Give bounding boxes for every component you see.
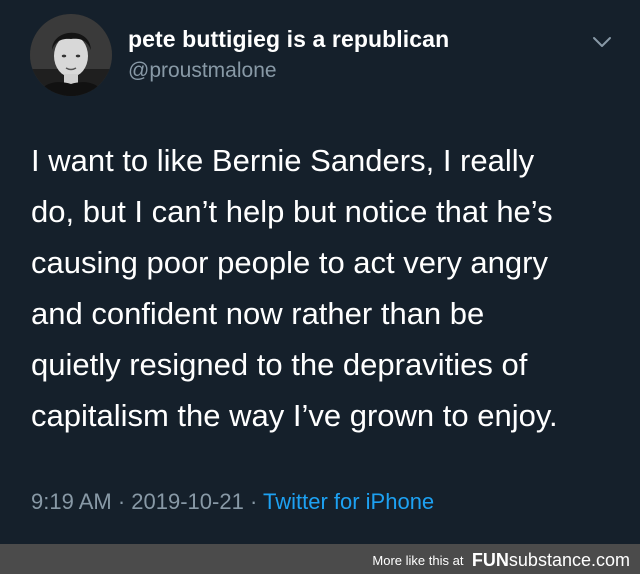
tweet-card: pete buttigieg is a republican @proustma… — [0, 0, 640, 544]
watermark-brand-substance: substance — [508, 550, 591, 570]
avatar[interactable] — [30, 14, 112, 96]
tweet-text-line: causing poor people to act very angry — [31, 245, 548, 280]
avatar-photo — [30, 14, 112, 96]
watermark-bar: More like this at FUNsubstance.com — [0, 544, 640, 574]
tweet-text-line: and confident now rather than be — [31, 296, 485, 331]
tweet-meta: 9:19 AM · 2019-10-21 · Twitter for iPhon… — [31, 489, 434, 515]
tweet-text-line: quietly resigned to the depravities of — [31, 347, 528, 382]
tweet-text-line: I want to like Bernie Sanders, I really — [31, 143, 535, 178]
chevron-down-icon[interactable] — [590, 32, 614, 52]
tweet-source-link[interactable]: Twitter for iPhone — [263, 489, 434, 514]
meta-separator: · — [243, 489, 263, 514]
tweet-text-line: capitalism the way I’ve grown to enjoy. — [31, 398, 558, 433]
watermark-brand[interactable]: FUNsubstance.com — [472, 550, 630, 570]
author-handle[interactable]: @proustmalone — [128, 59, 277, 83]
meta-separator: · — [111, 489, 132, 514]
watermark: More like this at FUNsubstance.com — [372, 550, 630, 571]
watermark-brand-fun: FUN — [471, 550, 509, 570]
tweet-time[interactable]: 9:19 AM — [31, 489, 112, 514]
tweet-text-line: do, but I can’t help but notice that he’… — [31, 194, 553, 229]
watermark-brand-tld: .com — [590, 550, 630, 570]
tweet-text: I want to like Bernie Sanders, I really … — [31, 135, 621, 441]
tweet-date[interactable]: 2019-10-21 — [131, 489, 244, 514]
author-display-name[interactable]: pete buttigieg is a republican — [128, 26, 449, 53]
watermark-more-text: More like this at — [372, 553, 464, 568]
